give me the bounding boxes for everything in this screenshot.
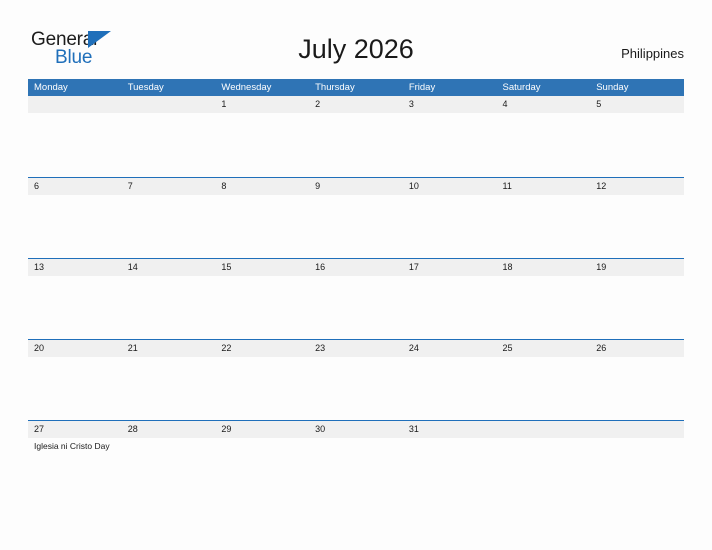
day-cell[interactable]: 3 — [403, 96, 497, 177]
day-cell[interactable]: 26 — [590, 340, 684, 420]
day-number: 28 — [127, 424, 138, 434]
day-cell[interactable]: 16 — [309, 259, 403, 339]
day-cell[interactable]: 7 — [122, 178, 216, 258]
day-cell[interactable]: 5 — [590, 96, 684, 177]
day-number: 24 — [408, 343, 419, 353]
region-label: Philippines — [621, 46, 684, 61]
day-number: 1 — [221, 99, 227, 109]
day-cell[interactable]: 30 — [309, 421, 403, 501]
day-cell[interactable]: 22 — [215, 340, 309, 420]
day-number: 14 — [127, 262, 138, 272]
day-cell[interactable]: 21 — [122, 340, 216, 420]
day-number: 15 — [221, 262, 232, 272]
day-cell[interactable]: 9 — [309, 178, 403, 258]
day-cell[interactable]: 14 — [122, 259, 216, 339]
calendar-grid: Monday Tuesday Wednesday Thursday Friday… — [28, 79, 684, 501]
day-cell[interactable]: 29 — [215, 421, 309, 501]
week-cells: 20 21 22 23 24 25 26 — [28, 340, 684, 420]
day-number: 26 — [596, 343, 607, 353]
day-cell[interactable]: 2 — [309, 96, 403, 177]
weekday-header-friday: Friday — [408, 82, 436, 93]
week-cells: 1 2 3 4 5 — [28, 96, 684, 177]
weekday-header-tuesday: Tuesday — [127, 82, 164, 93]
day-number: 8 — [221, 181, 227, 191]
day-number: 30 — [315, 424, 326, 434]
day-cell-empty — [590, 421, 684, 501]
calendar-week-row: 20 21 22 23 24 25 26 — [28, 339, 684, 420]
day-number: 21 — [127, 343, 138, 353]
day-cell[interactable]: 19 — [590, 259, 684, 339]
day-number: 22 — [221, 343, 232, 353]
day-cell[interactable]: 18 — [497, 259, 591, 339]
weekday-header-wednesday: Wednesday — [221, 82, 272, 93]
day-cell[interactable]: 25 — [497, 340, 591, 420]
day-cell-empty — [28, 96, 122, 177]
day-number: 18 — [502, 262, 513, 272]
day-number: 9 — [315, 181, 321, 191]
day-events: Iglesia ni Cristo Day — [34, 438, 122, 452]
day-number: 13 — [34, 262, 45, 272]
day-cell[interactable]: 24 — [403, 340, 497, 420]
weekday-header-sunday: Sunday — [596, 82, 629, 93]
week-cells: 6 7 8 9 10 11 12 — [28, 178, 684, 258]
day-cell[interactable]: 27 Iglesia ni Cristo Day — [28, 421, 122, 501]
day-cell-empty — [497, 421, 591, 501]
day-number: 20 — [34, 343, 45, 353]
day-cell[interactable]: 11 — [497, 178, 591, 258]
calendar-week-row: 13 14 15 16 17 18 19 — [28, 258, 684, 339]
day-number: 31 — [408, 424, 419, 434]
calendar-weeks: 1 2 3 4 5 6 7 8 9 10 11 12 13 14 15 16 17 18 19 20 21 22 23 24 2… — [28, 96, 684, 501]
day-cell[interactable]: 28 — [122, 421, 216, 501]
day-cell[interactable]: 10 — [403, 178, 497, 258]
day-cell[interactable]: 1 — [215, 96, 309, 177]
day-cell[interactable]: 31 — [403, 421, 497, 501]
day-cell[interactable]: 12 — [590, 178, 684, 258]
day-cell[interactable]: 6 — [28, 178, 122, 258]
page-header: General Blue July 2026 Philippines — [0, 0, 712, 78]
weekday-header-row: Monday Tuesday Wednesday Thursday Friday… — [28, 79, 684, 96]
day-number: 23 — [315, 343, 326, 353]
calendar-week-row: 6 7 8 9 10 11 12 — [28, 177, 684, 258]
day-cell[interactable]: 15 — [215, 259, 309, 339]
day-cell[interactable]: 17 — [403, 259, 497, 339]
calendar-week-row: 1 2 3 4 5 — [28, 96, 684, 177]
calendar-week-row: 27 Iglesia ni Cristo Day 28 29 30 31 — [28, 420, 684, 501]
day-number: 19 — [596, 262, 607, 272]
day-number: 7 — [127, 181, 133, 191]
weekday-header-saturday: Saturday — [502, 82, 541, 93]
calendar-page: General Blue July 2026 Philippines Monda… — [0, 0, 712, 550]
page-title: July 2026 — [298, 34, 414, 64]
day-number: 29 — [221, 424, 232, 434]
weekday-header-thursday: Thursday — [315, 82, 355, 93]
day-number: 2 — [315, 99, 321, 109]
day-number: 17 — [408, 262, 419, 272]
day-number: 16 — [315, 262, 326, 272]
day-number: 6 — [34, 181, 40, 191]
day-number: 3 — [408, 99, 414, 109]
week-cells: 13 14 15 16 17 18 19 — [28, 259, 684, 339]
day-number: 4 — [502, 99, 508, 109]
day-number: 10 — [408, 181, 419, 191]
event-label: Iglesia ni Cristo Day — [34, 441, 110, 451]
day-cell-empty — [122, 96, 216, 177]
day-number: 11 — [502, 181, 512, 191]
weekday-header-monday: Monday — [34, 82, 68, 93]
day-cell[interactable]: 20 — [28, 340, 122, 420]
day-number: 27 — [34, 424, 45, 434]
day-cell[interactable]: 13 — [28, 259, 122, 339]
day-cell[interactable]: 8 — [215, 178, 309, 258]
day-number: 5 — [596, 99, 602, 109]
day-cell[interactable]: 4 — [497, 96, 591, 177]
day-cell[interactable]: 23 — [309, 340, 403, 420]
day-number: 12 — [596, 181, 607, 191]
week-cells: 27 Iglesia ni Cristo Day 28 29 30 31 — [28, 421, 684, 501]
day-number: 25 — [502, 343, 513, 353]
